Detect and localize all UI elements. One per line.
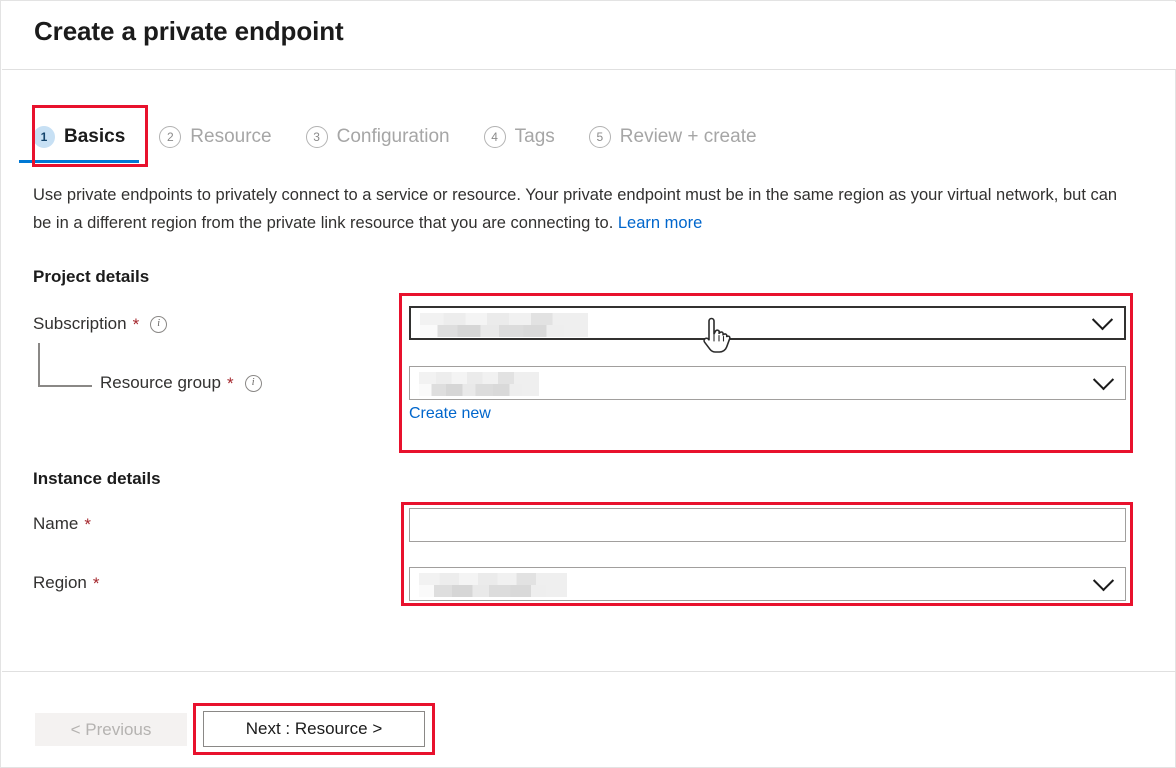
resource-group-dropdown[interactable] xyxy=(409,366,1126,400)
info-icon[interactable]: i xyxy=(244,374,262,392)
tab-review-create[interactable]: 5 Review + create xyxy=(588,111,757,163)
tab-resource-label: Resource xyxy=(190,126,272,147)
pointing-hand-cursor xyxy=(703,317,731,353)
subscription-resourcegroup-tree-connector xyxy=(38,343,92,387)
subscription-required-marker: * xyxy=(132,314,140,334)
next-resource-button[interactable]: Next : Resource > xyxy=(203,711,425,747)
chevron-down-icon xyxy=(1092,570,1115,592)
page-title: Create a private endpoint xyxy=(34,16,344,46)
tab-active-underline xyxy=(19,160,140,163)
learn-more-link[interactable]: Learn more xyxy=(618,214,702,232)
chevron-down-icon xyxy=(1092,369,1115,391)
info-icon[interactable]: i xyxy=(150,315,168,333)
tab-resource-number: 2 xyxy=(159,126,182,148)
tab-resource[interactable]: 2 Resource xyxy=(159,111,272,163)
subscription-label-group: Subscription * i xyxy=(33,314,168,334)
tab-basics[interactable]: 1 Basics xyxy=(19,111,140,163)
region-required-marker: * xyxy=(92,573,100,593)
tab-basics-number: 1 xyxy=(33,126,55,148)
tab-configuration-label: Configuration xyxy=(336,126,450,147)
region-label: Region xyxy=(33,573,87,592)
previous-button[interactable]: < Previous xyxy=(35,713,187,746)
resource-group-label: Resource group xyxy=(100,373,221,392)
region-dropdown[interactable] xyxy=(409,567,1126,601)
wizard-tabstrip: 1 Basics 2 Resource 3 Configuration 4 Ta… xyxy=(19,111,791,163)
footer-separator xyxy=(2,671,1176,672)
resource-group-label-group: Resource group * i xyxy=(100,373,262,393)
subscription-dropdown[interactable] xyxy=(409,306,1126,340)
name-required-marker: * xyxy=(84,514,91,534)
tab-basics-label: Basics xyxy=(64,126,126,147)
chevron-down-icon xyxy=(1091,309,1114,331)
tab-review-create-number: 5 xyxy=(588,126,611,148)
subscription-redacted-value xyxy=(420,313,588,337)
tab-review-create-label: Review + create xyxy=(619,126,757,147)
blade-description: Use private endpoints to privately conne… xyxy=(33,181,1123,237)
tab-configuration-number: 3 xyxy=(305,126,328,148)
create-new-resource-group-link[interactable]: Create new xyxy=(409,405,491,423)
tab-tags-number: 4 xyxy=(483,126,506,148)
resource-group-redacted-value xyxy=(419,372,539,396)
region-label-group: Region * xyxy=(33,573,100,593)
name-input[interactable] xyxy=(409,508,1126,542)
create-private-endpoint-blade: Create a private endpoint 1 Basics 2 Res… xyxy=(0,0,1176,768)
project-details-heading: Project details xyxy=(33,267,150,286)
region-redacted-value xyxy=(419,573,567,597)
tab-tags-label: Tags xyxy=(514,126,555,147)
tab-configuration[interactable]: 3 Configuration xyxy=(305,111,450,163)
resource-group-required-marker: * xyxy=(226,373,234,393)
tab-tags[interactable]: 4 Tags xyxy=(483,111,555,163)
blade-header: Create a private endpoint xyxy=(2,2,1176,70)
name-label-group: Name * xyxy=(33,514,91,534)
description-text: Use private endpoints to privately conne… xyxy=(33,186,1118,232)
instance-details-heading: Instance details xyxy=(33,469,161,488)
subscription-label: Subscription xyxy=(33,314,127,333)
name-label: Name xyxy=(33,514,79,533)
